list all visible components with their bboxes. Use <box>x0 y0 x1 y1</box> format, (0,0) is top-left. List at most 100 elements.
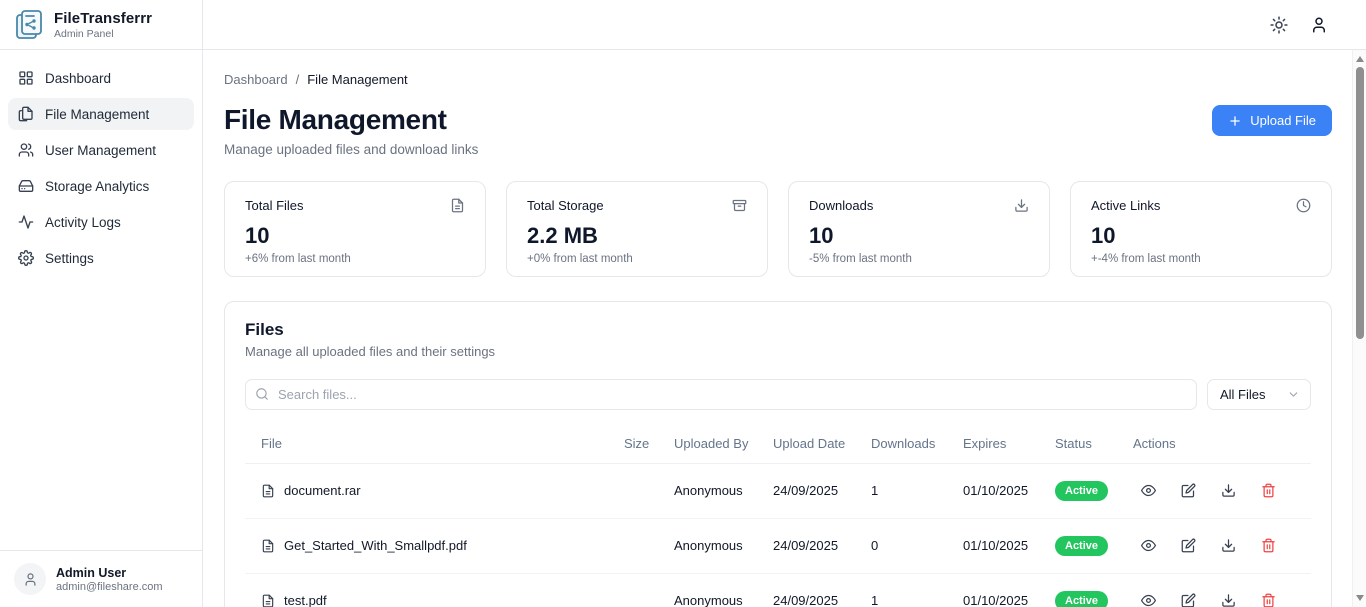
edit-icon[interactable] <box>1181 538 1196 553</box>
status-badge: Active <box>1055 591 1108 607</box>
stat-value: 10 <box>809 223 1029 249</box>
grid-icon <box>18 70 34 86</box>
table-row: document.rar Anonymous 24/09/2025 1 01/1… <box>245 464 1311 519</box>
main-area: Dashboard / File Management File Managem… <box>203 0 1366 607</box>
sidebar-item-label: Activity Logs <box>45 215 121 230</box>
sidebar-item-label: Settings <box>45 251 94 266</box>
sidebar-item-dashboard[interactable]: Dashboard <box>8 62 194 94</box>
sidebar-item-file-management[interactable]: File Management <box>8 98 194 130</box>
col-header-file: File <box>245 426 624 463</box>
download-icon[interactable] <box>1221 538 1236 553</box>
app-logo-row: FileTransferrr Admin Panel <box>0 0 202 50</box>
sidebar-item-label: File Management <box>45 107 149 122</box>
sidebar-user-card[interactable]: Admin User admin@fileshare.com <box>0 550 202 607</box>
sidebar-item-user-management[interactable]: User Management <box>8 134 194 166</box>
search-input[interactable] <box>245 379 1197 410</box>
uploaded-by: Anonymous <box>674 483 773 498</box>
upload-file-button[interactable]: Upload File <box>1212 105 1332 136</box>
status-badge: Active <box>1055 481 1108 501</box>
file-name: Get_Started_With_Smallpdf.pdf <box>284 538 467 553</box>
stat-value: 10 <box>245 223 465 249</box>
breadcrumb-separator: / <box>296 72 300 87</box>
scrollbar-up-arrow[interactable] <box>1355 54 1365 64</box>
gear-icon <box>18 250 34 266</box>
stat-card-downloads: Downloads 10 -5% from last month <box>788 181 1050 277</box>
col-header-size: Size <box>624 426 674 463</box>
app-name: FileTransferrr <box>54 10 152 27</box>
user-icon[interactable] <box>1310 16 1328 34</box>
app-subtitle: Admin Panel <box>54 28 152 40</box>
expires-date: 01/10/2025 <box>963 483 1055 498</box>
sidebar: FileTransferrr Admin Panel Dashboard Fil… <box>0 0 203 607</box>
file-icon <box>261 484 275 498</box>
user-email: admin@fileshare.com <box>56 581 163 593</box>
sidebar-item-label: Storage Analytics <box>45 179 149 194</box>
scrollbar-down-arrow[interactable] <box>1355 593 1365 603</box>
stat-delta: +6% from last month <box>245 253 465 265</box>
upload-date: 24/09/2025 <box>773 538 871 553</box>
breadcrumb-current: File Management <box>307 72 407 87</box>
file-filter-select[interactable]: All Files <box>1207 379 1311 410</box>
uploaded-by: Anonymous <box>674 538 773 553</box>
clock-icon <box>1296 198 1311 213</box>
files-panel-subtitle: Manage all uploaded files and their sett… <box>245 344 1311 359</box>
sidebar-nav: Dashboard File Management User Managemen… <box>0 50 202 550</box>
file-filter-value: All Files <box>1220 387 1266 402</box>
stats-row: Total Files 10 +6% from last month Total… <box>224 181 1332 277</box>
edit-icon[interactable] <box>1181 483 1196 498</box>
files-panel-title: Files <box>245 320 1311 340</box>
stat-card-total-files: Total Files 10 +6% from last month <box>224 181 486 277</box>
sidebar-item-storage-analytics[interactable]: Storage Analytics <box>8 170 194 202</box>
sidebar-item-settings[interactable]: Settings <box>8 242 194 274</box>
col-header-uploaded-by: Uploaded By <box>674 426 773 463</box>
user-name: Admin User <box>56 566 163 580</box>
stat-value: 10 <box>1091 223 1311 249</box>
col-header-expires: Expires <box>963 426 1055 463</box>
avatar <box>14 563 46 595</box>
stat-label: Total Files <box>245 198 304 213</box>
trash-icon[interactable] <box>1261 483 1276 498</box>
scrollbar[interactable] <box>1352 50 1366 607</box>
breadcrumb-dashboard[interactable]: Dashboard <box>224 72 288 87</box>
download-icon[interactable] <box>1221 483 1236 498</box>
eye-icon[interactable] <box>1141 483 1156 498</box>
stat-card-active-links: Active Links 10 +-4% from last month <box>1070 181 1332 277</box>
upload-file-label: Upload File <box>1250 113 1316 128</box>
col-header-upload-date: Upload Date <box>773 426 871 463</box>
eye-icon[interactable] <box>1141 538 1156 553</box>
scrollbar-thumb[interactable] <box>1356 67 1364 339</box>
edit-icon[interactable] <box>1181 593 1196 607</box>
files-table: File Size Uploaded By Upload Date Downlo… <box>245 426 1311 607</box>
eye-icon[interactable] <box>1141 593 1156 607</box>
sun-icon[interactable] <box>1270 16 1288 34</box>
status-badge: Active <box>1055 536 1108 556</box>
download-count: 1 <box>871 593 963 607</box>
file-icon <box>261 594 275 607</box>
sidebar-item-activity-logs[interactable]: Activity Logs <box>8 206 194 238</box>
trash-icon[interactable] <box>1261 538 1276 553</box>
file-name: document.rar <box>284 483 361 498</box>
stat-delta: +-4% from last month <box>1091 253 1311 265</box>
chevron-down-icon <box>1287 388 1300 401</box>
download-icon <box>1014 198 1029 213</box>
stat-label: Downloads <box>809 198 873 213</box>
file-text-icon <box>450 198 465 213</box>
col-header-status: Status <box>1055 426 1133 463</box>
stat-delta: -5% from last month <box>809 253 1029 265</box>
table-row: Get_Started_With_Smallpdf.pdf Anonymous … <box>245 519 1311 574</box>
file-icon <box>261 539 275 553</box>
plus-icon <box>1228 114 1242 128</box>
topbar <box>203 0 1366 50</box>
files-panel: Files Manage all uploaded files and thei… <box>224 301 1332 607</box>
table-row: test.pdf Anonymous 24/09/2025 1 01/10/20… <box>245 574 1311 607</box>
expires-date: 01/10/2025 <box>963 538 1055 553</box>
trash-icon[interactable] <box>1261 593 1276 607</box>
sidebar-item-label: Dashboard <box>45 71 111 86</box>
search-icon <box>255 387 269 401</box>
users-icon <box>18 142 34 158</box>
upload-date: 24/09/2025 <box>773 593 871 607</box>
col-header-downloads: Downloads <box>871 426 963 463</box>
download-icon[interactable] <box>1221 593 1236 607</box>
upload-date: 24/09/2025 <box>773 483 871 498</box>
col-header-actions: Actions <box>1133 426 1311 463</box>
